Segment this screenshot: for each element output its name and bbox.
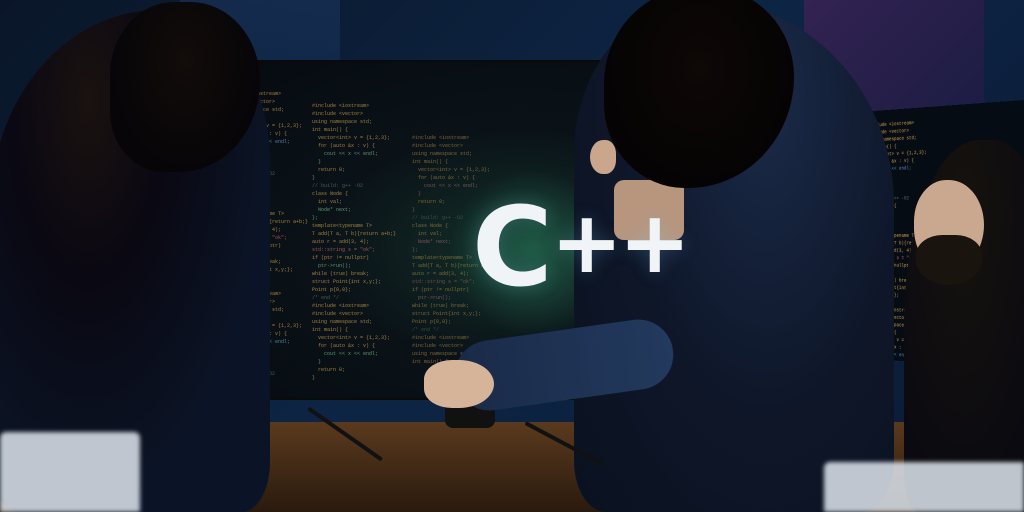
ear — [590, 140, 616, 174]
beard — [916, 235, 982, 285]
person-right — [904, 140, 1024, 512]
head — [110, 2, 260, 172]
hand — [424, 360, 494, 408]
photo-scene: #include <iostream>#include <vector>usin… — [0, 0, 1024, 512]
head — [604, 0, 794, 188]
foreground-blur — [0, 432, 140, 512]
logo-letter-c: C — [472, 183, 549, 311]
logo-plus-plus: ++ — [551, 193, 687, 293]
foreground-blur — [824, 462, 1024, 512]
